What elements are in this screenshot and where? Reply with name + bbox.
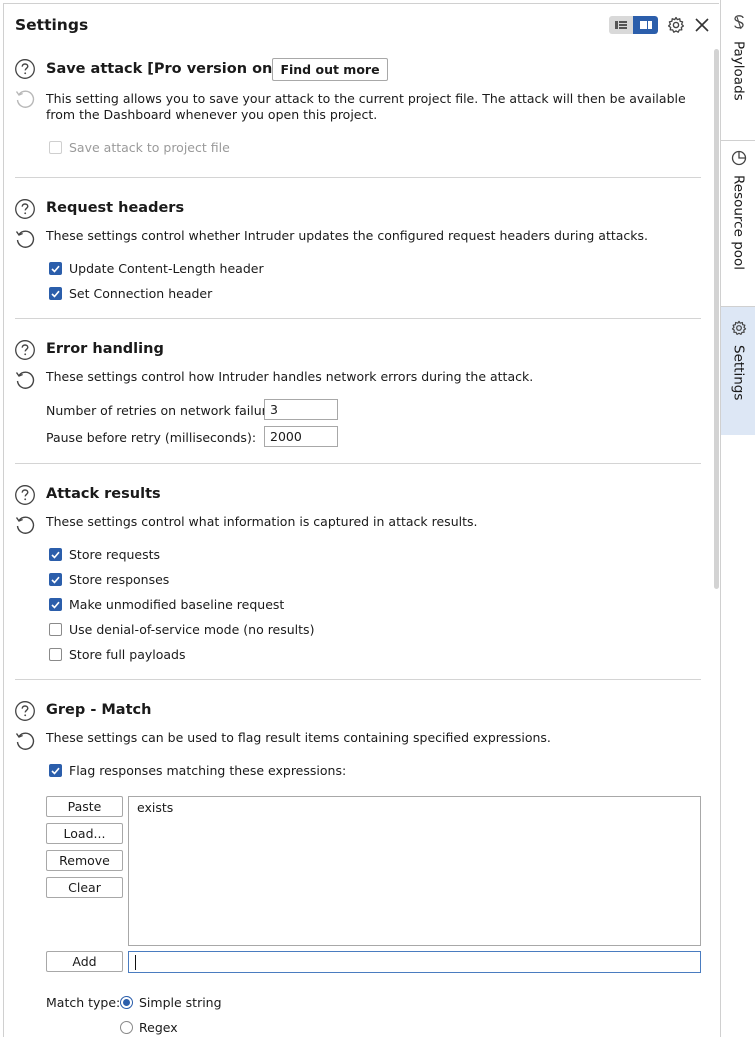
checkbox-box[interactable] — [49, 623, 62, 636]
checkbox-label: Store requests — [69, 547, 161, 562]
divider — [15, 318, 701, 319]
tab-label: Resource pool — [730, 175, 747, 271]
divider — [15, 177, 701, 178]
radio-label: Simple string — [139, 995, 222, 1010]
help-icon[interactable] — [14, 484, 36, 506]
checkbox-label: Store full payloads — [69, 647, 186, 662]
checkbox-label: Store responses — [69, 572, 170, 587]
clear-button[interactable]: Clear — [46, 877, 123, 898]
divider — [15, 679, 701, 680]
help-icon[interactable] — [14, 198, 36, 220]
baseline-request-checkbox[interactable]: Make unmodified baseline request — [49, 597, 284, 612]
close-icon[interactable] — [693, 16, 711, 34]
regex-radio[interactable]: Regex — [120, 1020, 178, 1035]
add-button[interactable]: Add — [46, 951, 123, 972]
find-out-more-button[interactable]: Find out more — [272, 58, 388, 81]
reset-icon[interactable] — [14, 228, 36, 250]
radio-dot[interactable] — [120, 996, 133, 1009]
pause-label: Pause before retry (milliseconds): — [46, 430, 257, 445]
help-icon[interactable] — [14, 700, 36, 722]
list-item[interactable]: exists — [129, 797, 700, 818]
check-icon[interactable] — [49, 548, 62, 561]
section-desc-request-headers: These settings control whether Intruder … — [46, 228, 649, 243]
load-button[interactable]: Load... — [46, 823, 123, 844]
settings-panel: Settings Save attack [Pro version only] … — [3, 3, 719, 1037]
check-icon[interactable] — [49, 287, 62, 300]
panel-title: Settings — [15, 16, 89, 34]
tab-settings[interactable]: Settings — [721, 307, 755, 435]
save-attack-checkbox[interactable]: Save attack to project file — [49, 140, 230, 155]
layout-toggle[interactable] — [609, 16, 658, 34]
retries-label: Number of retries on network failure: — [46, 403, 279, 418]
tab-resource-pool[interactable]: Resource pool — [721, 150, 755, 300]
reset-icon[interactable] — [14, 514, 36, 536]
check-icon[interactable] — [49, 573, 62, 586]
checkbox-label: Use denial-of-service mode (no results) — [69, 622, 315, 637]
set-connection-header-checkbox[interactable]: Set Connection header — [49, 286, 212, 301]
add-expression-input[interactable] — [128, 951, 701, 973]
store-responses-checkbox[interactable]: Store responses — [49, 572, 169, 587]
checkbox-label: Flag responses matching these expression… — [69, 763, 347, 778]
text-caret — [135, 955, 136, 970]
paste-button[interactable]: Paste — [46, 796, 123, 817]
check-icon[interactable] — [49, 262, 62, 275]
side-tab-bar: Payloads Resource pool Settings — [720, 0, 755, 1037]
tab-label: Payloads — [730, 41, 747, 101]
section-title-request-headers: Request headers — [46, 200, 185, 216]
retries-input[interactable]: 3 — [264, 399, 338, 420]
simple-string-radio[interactable]: Simple string — [120, 995, 222, 1010]
checkbox-label: Save attack to project file — [69, 140, 230, 155]
checkbox-label: Update Content-Length header — [69, 261, 264, 276]
divider — [15, 463, 701, 464]
radio-dot[interactable] — [120, 1021, 133, 1034]
checkbox-box[interactable] — [49, 648, 62, 661]
help-icon[interactable] — [14, 339, 36, 361]
scrollbar-thumb[interactable] — [714, 49, 719, 589]
reset-icon — [14, 88, 36, 110]
match-type-label: Match type: — [46, 995, 121, 1010]
list-layout-icon[interactable] — [609, 16, 633, 34]
split-layout-icon[interactable] — [633, 16, 658, 34]
settings-content: Save attack [Pro version only] Find out … — [4, 46, 709, 1037]
gear-icon[interactable] — [667, 16, 685, 34]
section-title-grep-match: Grep - Match — [46, 702, 152, 718]
checkbox-label: Set Connection header — [69, 286, 213, 301]
store-requests-checkbox[interactable]: Store requests — [49, 547, 160, 562]
section-desc-attack-results: These settings control what information … — [46, 514, 478, 529]
update-content-length-checkbox[interactable]: Update Content-Length header — [49, 261, 264, 276]
section-desc-error-handling: These settings control how Intruder hand… — [46, 369, 534, 384]
tab-label: Settings — [730, 345, 747, 401]
section-desc-save-attack: This setting allows you to save your att… — [46, 91, 686, 122]
help-icon[interactable] — [14, 58, 36, 80]
check-icon[interactable] — [49, 764, 62, 777]
dos-mode-checkbox[interactable]: Use denial-of-service mode (no results) — [49, 622, 314, 637]
tab-payloads[interactable]: Payloads — [721, 14, 755, 134]
reset-icon[interactable] — [14, 369, 36, 391]
section-title-attack-results: Attack results — [46, 486, 161, 502]
panel-header: Settings — [4, 4, 719, 46]
gear-icon — [731, 320, 747, 339]
pause-input[interactable]: 2000 — [264, 426, 338, 447]
section-title-error-handling: Error handling — [46, 341, 164, 357]
remove-button[interactable]: Remove — [46, 850, 123, 871]
section-title-save-attack: Save attack [Pro version only] — [46, 61, 294, 77]
checkbox-label: Make unmodified baseline request — [69, 597, 285, 612]
flag-responses-checkbox[interactable]: Flag responses matching these expression… — [49, 763, 346, 778]
reset-icon[interactable] — [14, 730, 36, 752]
checkbox-box[interactable] — [49, 141, 62, 154]
section-desc-grep-match: These settings can be used to flag resul… — [46, 730, 551, 745]
check-icon[interactable] — [49, 598, 62, 611]
match-expressions-list[interactable]: exists — [128, 796, 701, 946]
radio-label: Regex — [139, 1020, 178, 1035]
payloads-icon — [731, 14, 747, 35]
store-full-payloads-checkbox[interactable]: Store full payloads — [49, 647, 185, 662]
pie-chart-icon — [731, 150, 747, 169]
tab-separator — [721, 140, 755, 141]
